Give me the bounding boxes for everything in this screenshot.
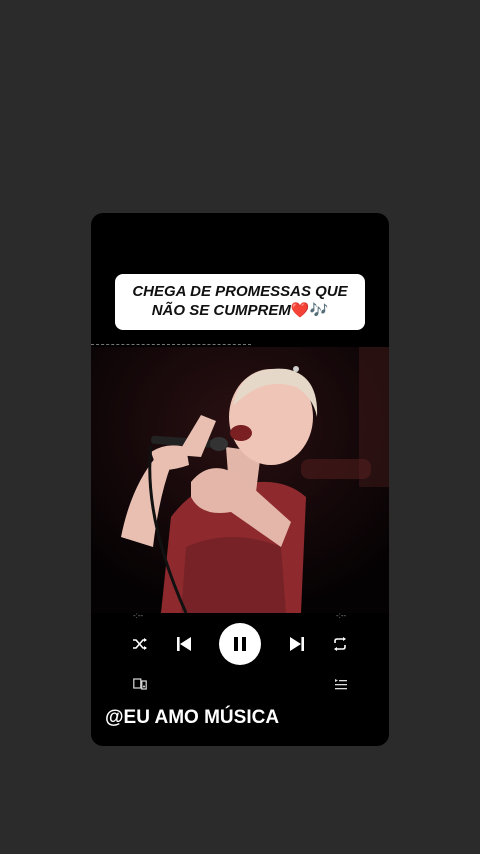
queue-icon[interactable] [333,676,349,692]
music-card: CHEGA DE PROMESSAS QUE NÃO SE CUMPREM❤️🎶 [91,213,389,746]
repeat-icon[interactable] [330,634,350,654]
elapsed-time: -:-- [133,611,144,620]
singer-illustration [91,347,389,614]
progress-dashes [91,344,251,345]
lyric-caption: CHEGA DE PROMESSAS QUE NÃO SE CUMPREM❤️🎶 [115,274,365,330]
previous-icon[interactable] [174,634,194,654]
remaining-time: -:-- [336,611,347,620]
caption-line-2-text: NÃO SE CUMPREM [151,302,291,319]
next-icon[interactable] [287,634,307,654]
singer-photo [91,347,389,614]
shuffle-icon[interactable] [130,634,150,654]
pause-button[interactable] [219,623,261,665]
devices-icon[interactable] [132,676,148,692]
caption-line-1: CHEGA DE PROMESSAS QUE [132,283,348,300]
caption-line-2: NÃO SE CUMPREM❤️🎶 [125,301,355,320]
channel-handle: @EU AMO MÚSICA [105,707,280,728]
heart-notes-emoji: ❤️🎶 [290,302,329,319]
pause-icon [234,637,246,651]
